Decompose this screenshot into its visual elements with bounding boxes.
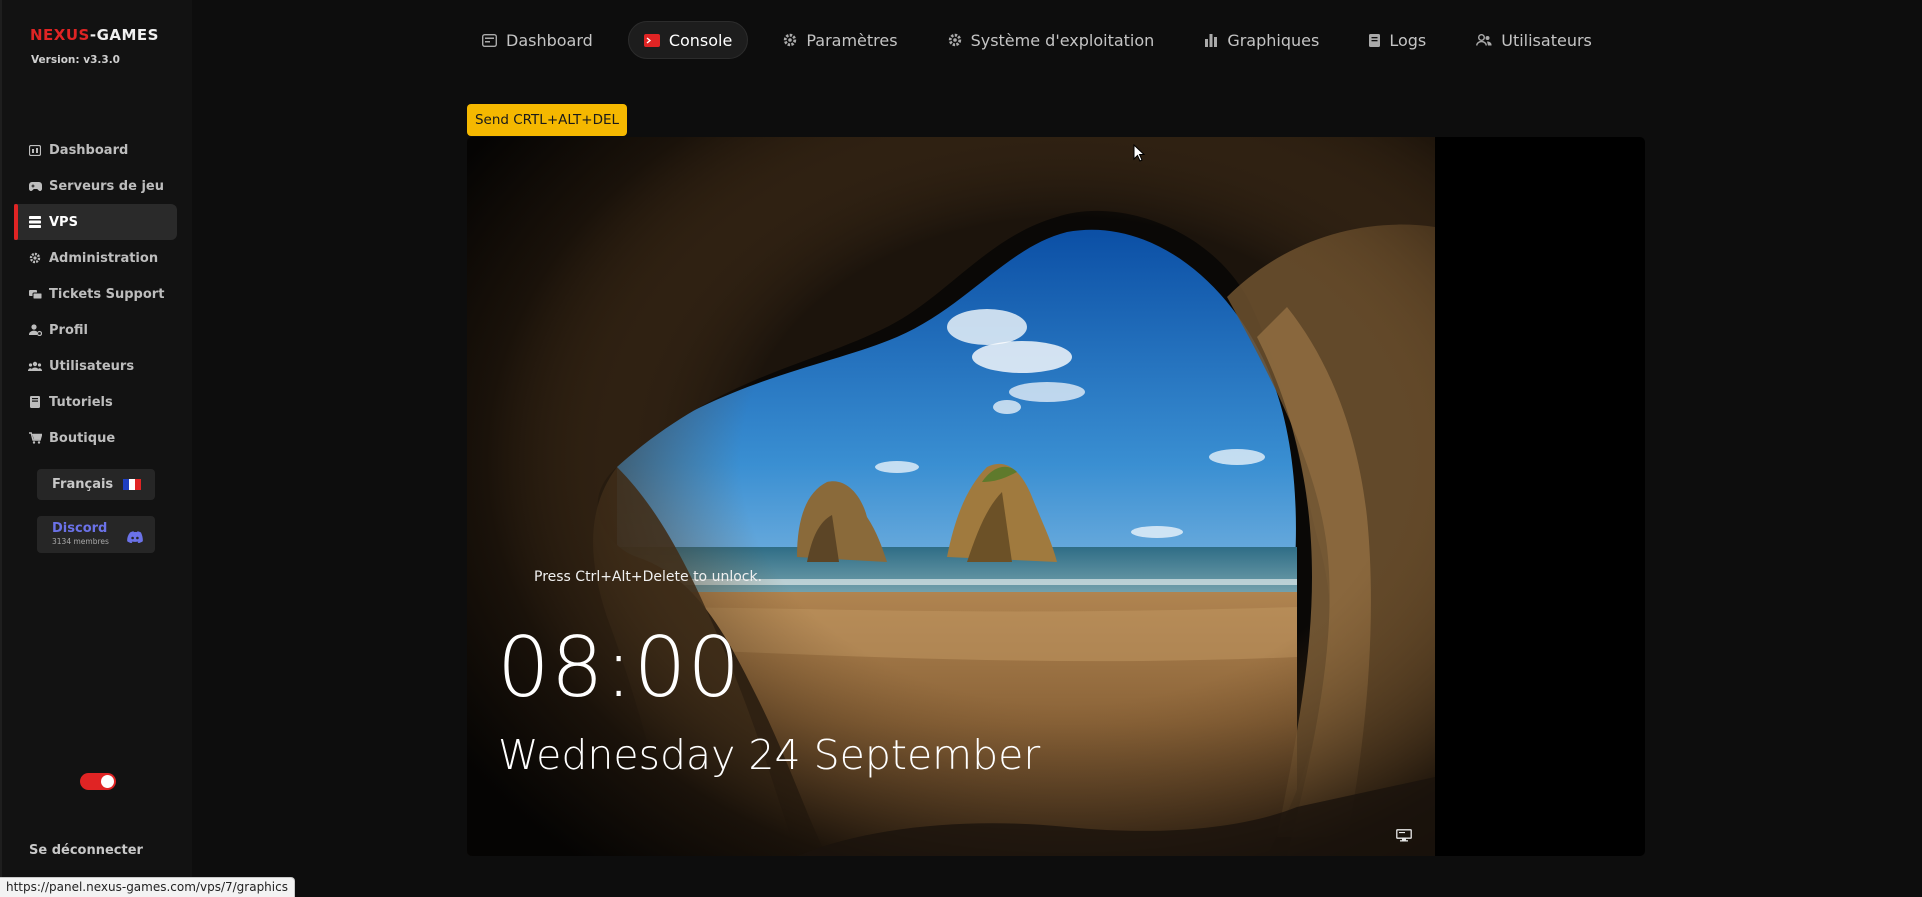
lock-screen-date: Wednesday 24 September	[498, 731, 1041, 779]
sidebar-item-label: Profil	[49, 322, 88, 338]
sidebar-item-label: VPS	[49, 214, 78, 230]
terminal-icon	[643, 33, 660, 47]
unlock-instruction: Press Ctrl+Alt+Delete to unlock.	[534, 569, 763, 585]
sidebar-item-profil[interactable]: Profil	[14, 312, 177, 348]
sidebar-item-administration[interactable]: Administration	[14, 240, 177, 276]
gear-icon	[28, 251, 42, 265]
sidebar-item-label: Utilisateurs	[49, 358, 135, 374]
lock-screen[interactable]: Press Ctrl+Alt+Delete to unlock. 08:00 W…	[467, 137, 1435, 856]
french-flag-icon	[123, 479, 141, 490]
user-gear-icon	[28, 323, 42, 337]
gear-icon	[783, 33, 797, 47]
sidebar-nav: Dashboard Serveurs de jeu VPS Administra…	[14, 132, 177, 456]
sidebar-item-tutoriels[interactable]: Tutoriels	[14, 384, 177, 420]
sidebar-item-label: Dashboard	[49, 142, 129, 158]
discord-icon	[127, 528, 143, 547]
sidebar-item-label: Serveurs de jeu	[49, 178, 164, 194]
language-selector[interactable]: Français	[37, 469, 155, 500]
moon-icon	[101, 775, 114, 788]
version-label: Version: v3.3.0	[31, 54, 120, 66]
bar-chart-icon	[1204, 33, 1218, 47]
display-icon[interactable]	[1396, 827, 1412, 846]
users-icon	[28, 359, 42, 373]
lock-screen-time: 08:00	[497, 619, 742, 716]
sidebar-item-game-servers[interactable]: Serveurs de jeu	[14, 168, 177, 204]
tab-console[interactable]: Console	[627, 21, 749, 59]
gear-icon	[948, 33, 962, 47]
tab-label: Système d'exploitation	[970, 30, 1155, 50]
gamepad-icon	[28, 179, 42, 193]
brand-logo[interactable]: NEXUS-GAMES	[30, 26, 159, 44]
users-icon	[1476, 34, 1492, 46]
sidebar-item-boutique[interactable]: Boutique	[14, 420, 177, 456]
dashboard-icon	[28, 143, 42, 157]
sidebar-item-tickets-support[interactable]: Tickets Support	[14, 276, 177, 312]
language-label: Français	[52, 477, 114, 492]
vnc-console[interactable]: Press Ctrl+Alt+Delete to unlock. 08:00 W…	[467, 137, 1645, 856]
sidebar-item-label: Tutoriels	[49, 394, 113, 410]
discord-members: 3134 membres	[52, 537, 109, 546]
tab-label: Utilisateurs	[1501, 30, 1592, 50]
server-icon	[28, 215, 42, 229]
mouse-cursor-icon	[1133, 143, 1146, 166]
tab-label: Graphiques	[1227, 30, 1320, 50]
sidebar-item-utilisateurs[interactable]: Utilisateurs	[14, 348, 177, 384]
discord-label: Discord	[52, 521, 108, 536]
tab-label: Paramètres	[806, 30, 898, 50]
tab-systeme-exploitation[interactable]: Système d'exploitation	[933, 21, 1170, 59]
cart-icon	[28, 431, 42, 445]
brand-prefix: NEXUS	[30, 26, 90, 44]
theme-toggle[interactable]	[80, 773, 116, 790]
ticket-icon	[28, 287, 42, 301]
tab-label: Logs	[1389, 30, 1427, 50]
send-ctrl-alt-del-button[interactable]: Send CRTL+ALT+DEL	[467, 104, 627, 136]
logout-link[interactable]: Se déconnecter	[29, 843, 143, 858]
tab-utilisateurs[interactable]: Utilisateurs	[1461, 21, 1607, 59]
log-icon	[1369, 33, 1381, 47]
sidebar-item-vps[interactable]: VPS	[14, 204, 177, 240]
tab-dashboard[interactable]: Dashboard	[467, 21, 608, 59]
tab-label: Dashboard	[506, 30, 593, 50]
tab-graphiques[interactable]: Graphiques	[1189, 21, 1334, 59]
tab-parametres[interactable]: Paramètres	[768, 21, 912, 59]
top-tabs: Dashboard Console Paramètres Système d'e…	[467, 20, 1627, 60]
sidebar-item-label: Boutique	[49, 430, 116, 446]
brand-suffix: -GAMES	[89, 26, 159, 44]
dashboard-icon	[482, 33, 497, 47]
book-icon	[28, 395, 42, 409]
sidebar-item-label: Tickets Support	[49, 286, 165, 302]
discord-button[interactable]: Discord 3134 membres	[37, 516, 155, 553]
tab-label: Console	[668, 30, 733, 50]
sidebar-item-dashboard[interactable]: Dashboard	[14, 132, 177, 168]
link-status-bar: https://panel.nexus-games.com/vps/7/grap…	[0, 877, 295, 897]
sidebar-item-label: Administration	[49, 250, 159, 266]
sidebar: NEXUS-GAMES Version: v3.3.0 Dashboard Se…	[0, 0, 192, 897]
tab-logs[interactable]: Logs	[1354, 21, 1441, 59]
